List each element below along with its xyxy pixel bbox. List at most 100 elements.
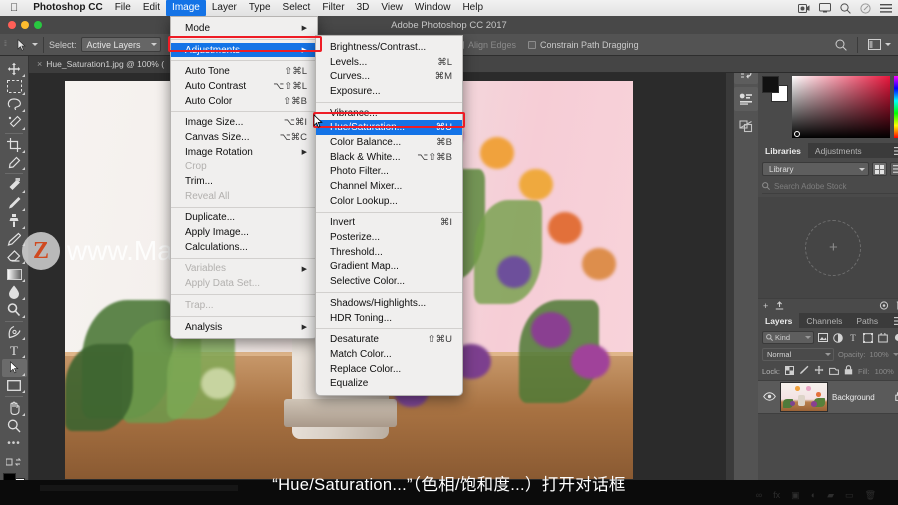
menu-item-image-rotation[interactable]: Image Rotation ▶ <box>171 145 317 160</box>
menu-item-calculations[interactable]: Calculations... <box>171 240 317 255</box>
adjustment-filter-icon[interactable] <box>832 332 844 343</box>
tab-paths[interactable]: Paths <box>849 313 885 328</box>
history-brush-tool[interactable] <box>2 230 27 248</box>
menu-item-canvas-size[interactable]: Canvas Size... ⌥⌘C <box>171 130 317 145</box>
quick-mask-icons[interactable] <box>2 453 27 471</box>
spotlight-icon[interactable] <box>860 2 871 14</box>
hue-slider[interactable] <box>893 76 898 138</box>
menubar-item-help[interactable]: Help <box>456 0 489 16</box>
eye-icon[interactable] <box>763 388 776 406</box>
menu-item-brightness-contrast[interactable]: Brightness/Contrast... <box>316 40 462 55</box>
menu-item-adjustments[interactable]: Adjustments ▶ <box>171 42 317 58</box>
shape-filter-icon[interactable] <box>862 332 874 343</box>
menubar-app-name[interactable]: Photoshop CC <box>27 0 108 16</box>
opacity-chevron-icon[interactable] <box>892 353 898 356</box>
menu-item-channel-mixer[interactable]: Channel Mixer... <box>316 179 462 194</box>
marquee-tool[interactable] <box>2 78 27 96</box>
foreground-color-swatch[interactable] <box>762 76 779 93</box>
menubar-item-select[interactable]: Select <box>277 0 317 16</box>
pen-tool[interactable] <box>2 323 27 341</box>
stock-search-row[interactable]: Search Adobe Stock <box>762 180 898 194</box>
color-field[interactable] <box>792 76 890 138</box>
menubar-item-3d[interactable]: 3D <box>351 0 376 16</box>
panel-menu-icon[interactable] <box>889 313 898 328</box>
menu-item-curves[interactable]: Curves... ⌘M <box>316 69 462 84</box>
add-asset-placeholder[interactable]: + <box>805 219 862 276</box>
lasso-tool[interactable] <box>2 96 27 114</box>
tab-libraries[interactable]: Libraries <box>758 143 808 158</box>
rectangle-tool[interactable] <box>2 377 27 395</box>
fill-value[interactable]: 100% <box>875 367 894 376</box>
lock-image-icon[interactable] <box>799 365 809 377</box>
select-mode-dropdown[interactable]: Active Layers <box>80 37 161 52</box>
menu-item-shadows-highlights[interactable]: Shadows/Highlights... <box>316 296 462 311</box>
opacity-value[interactable]: 100% <box>870 350 889 359</box>
zoom-tool[interactable] <box>2 417 27 435</box>
menu-item-black-white[interactable]: Black & White... ⌥⇧⌘B <box>316 150 462 165</box>
tool-preset-caret-icon[interactable] <box>32 43 38 46</box>
lock-all-icon[interactable] <box>844 365 853 377</box>
search-icon[interactable] <box>830 35 852 55</box>
lock-transparency-icon[interactable] <box>784 365 794 377</box>
layer-name[interactable]: Background <box>832 393 891 402</box>
table-row[interactable]: Background <box>758 380 898 414</box>
pixel-filter-icon[interactable] <box>817 333 829 342</box>
menu-item-levels[interactable]: Levels... ⌘L <box>316 55 462 70</box>
panel-menu-icon[interactable] <box>889 143 898 158</box>
brush-tool[interactable] <box>2 194 27 212</box>
menubar-item-filter[interactable]: Filter <box>316 0 350 16</box>
smart-object-filter-icon[interactable] <box>877 332 889 343</box>
constrain-path-dragging-checkbox[interactable] <box>528 40 537 49</box>
menu-item-threshold[interactable]: Threshold... <box>316 245 462 260</box>
search-input[interactable]: Search Adobe Stock <box>774 182 847 191</box>
menu-item-duplicate[interactable]: Duplicate... <box>171 211 317 226</box>
crop-tool[interactable] <box>2 136 27 154</box>
menu-item-invert[interactable]: Invert ⌘I <box>316 216 462 231</box>
menu-item-analysis[interactable]: Analysis ▶ <box>171 320 317 335</box>
menubar-item-view[interactable]: View <box>375 0 409 16</box>
menu-item-hdr-toning[interactable]: HDR Toning... <box>316 311 462 326</box>
options-bar-grip[interactable]: ⁞⁞ <box>0 34 10 55</box>
blur-tool[interactable] <box>2 283 27 301</box>
color-panel-swatches[interactable] <box>762 76 788 102</box>
lock-position-icon[interactable] <box>814 365 824 377</box>
libraries-dropzone[interactable]: + <box>758 197 898 298</box>
menu-item-selective-color[interactable]: Selective Color... <box>316 274 462 289</box>
menu-item-image-size[interactable]: Image Size... ⌥⌘I <box>171 115 317 130</box>
close-icon[interactable]: × <box>37 59 42 69</box>
dodge-tool[interactable] <box>2 301 27 319</box>
image-menu-dropdown[interactable]: Mode ▶ Adjustments ▶ Auto Tone ⇧⌘L Auto Contra… <box>170 16 318 340</box>
menubar-item-edit[interactable]: Edit <box>137 0 166 16</box>
add-icon[interactable]: + <box>763 301 768 311</box>
eyedropper-tool[interactable] <box>2 154 27 172</box>
menu-item-replace-color[interactable]: Replace Color... <box>316 362 462 377</box>
properties-panel-icon[interactable] <box>734 87 758 111</box>
quick-selection-tool[interactable] <box>2 113 27 131</box>
apple-icon[interactable]:  <box>10 2 18 14</box>
menu-item-auto-tone[interactable]: Auto Tone ⇧⌘L <box>171 64 317 79</box>
display-icon[interactable] <box>819 3 831 13</box>
move-tool[interactable] <box>2 60 27 78</box>
gradient-tool[interactable] <box>2 265 27 283</box>
screen-record-icon[interactable] <box>798 3 810 13</box>
menu-item-match-color[interactable]: Match Color... <box>316 347 462 362</box>
menu-item-apply-image[interactable]: Apply Image... <box>171 225 317 240</box>
type-tool[interactable]: T <box>2 341 27 359</box>
list-view-icon[interactable] <box>889 162 898 176</box>
path-selection-tool[interactable] <box>1 358 27 377</box>
eraser-tool[interactable] <box>2 247 27 265</box>
menu-item-auto-contrast[interactable]: Auto Contrast ⌥⇧⌘L <box>171 79 317 94</box>
adjustments-submenu[interactable]: Brightness/Contrast... Levels... ⌘L Curves.… <box>315 35 463 397</box>
menu-item-color-lookup[interactable]: Color Lookup... <box>316 194 462 209</box>
clone-stamp-tool[interactable] <box>2 212 27 230</box>
workspace-chevron-icon[interactable] <box>885 43 891 46</box>
library-dropdown[interactable]: Library <box>762 162 869 176</box>
actions-panel-icon[interactable] <box>734 114 758 138</box>
menubar-item-type[interactable]: Type <box>243 0 277 16</box>
menu-item-gradient-map[interactable]: Gradient Map... <box>316 260 462 275</box>
search-icon[interactable] <box>840 2 851 14</box>
tab-channels[interactable]: Channels <box>799 313 849 328</box>
list-icon[interactable] <box>880 3 892 13</box>
upload-icon[interactable] <box>775 300 784 312</box>
document-tab[interactable]: × Hue_Saturation1.jpg @ 100% ( <box>29 55 174 73</box>
